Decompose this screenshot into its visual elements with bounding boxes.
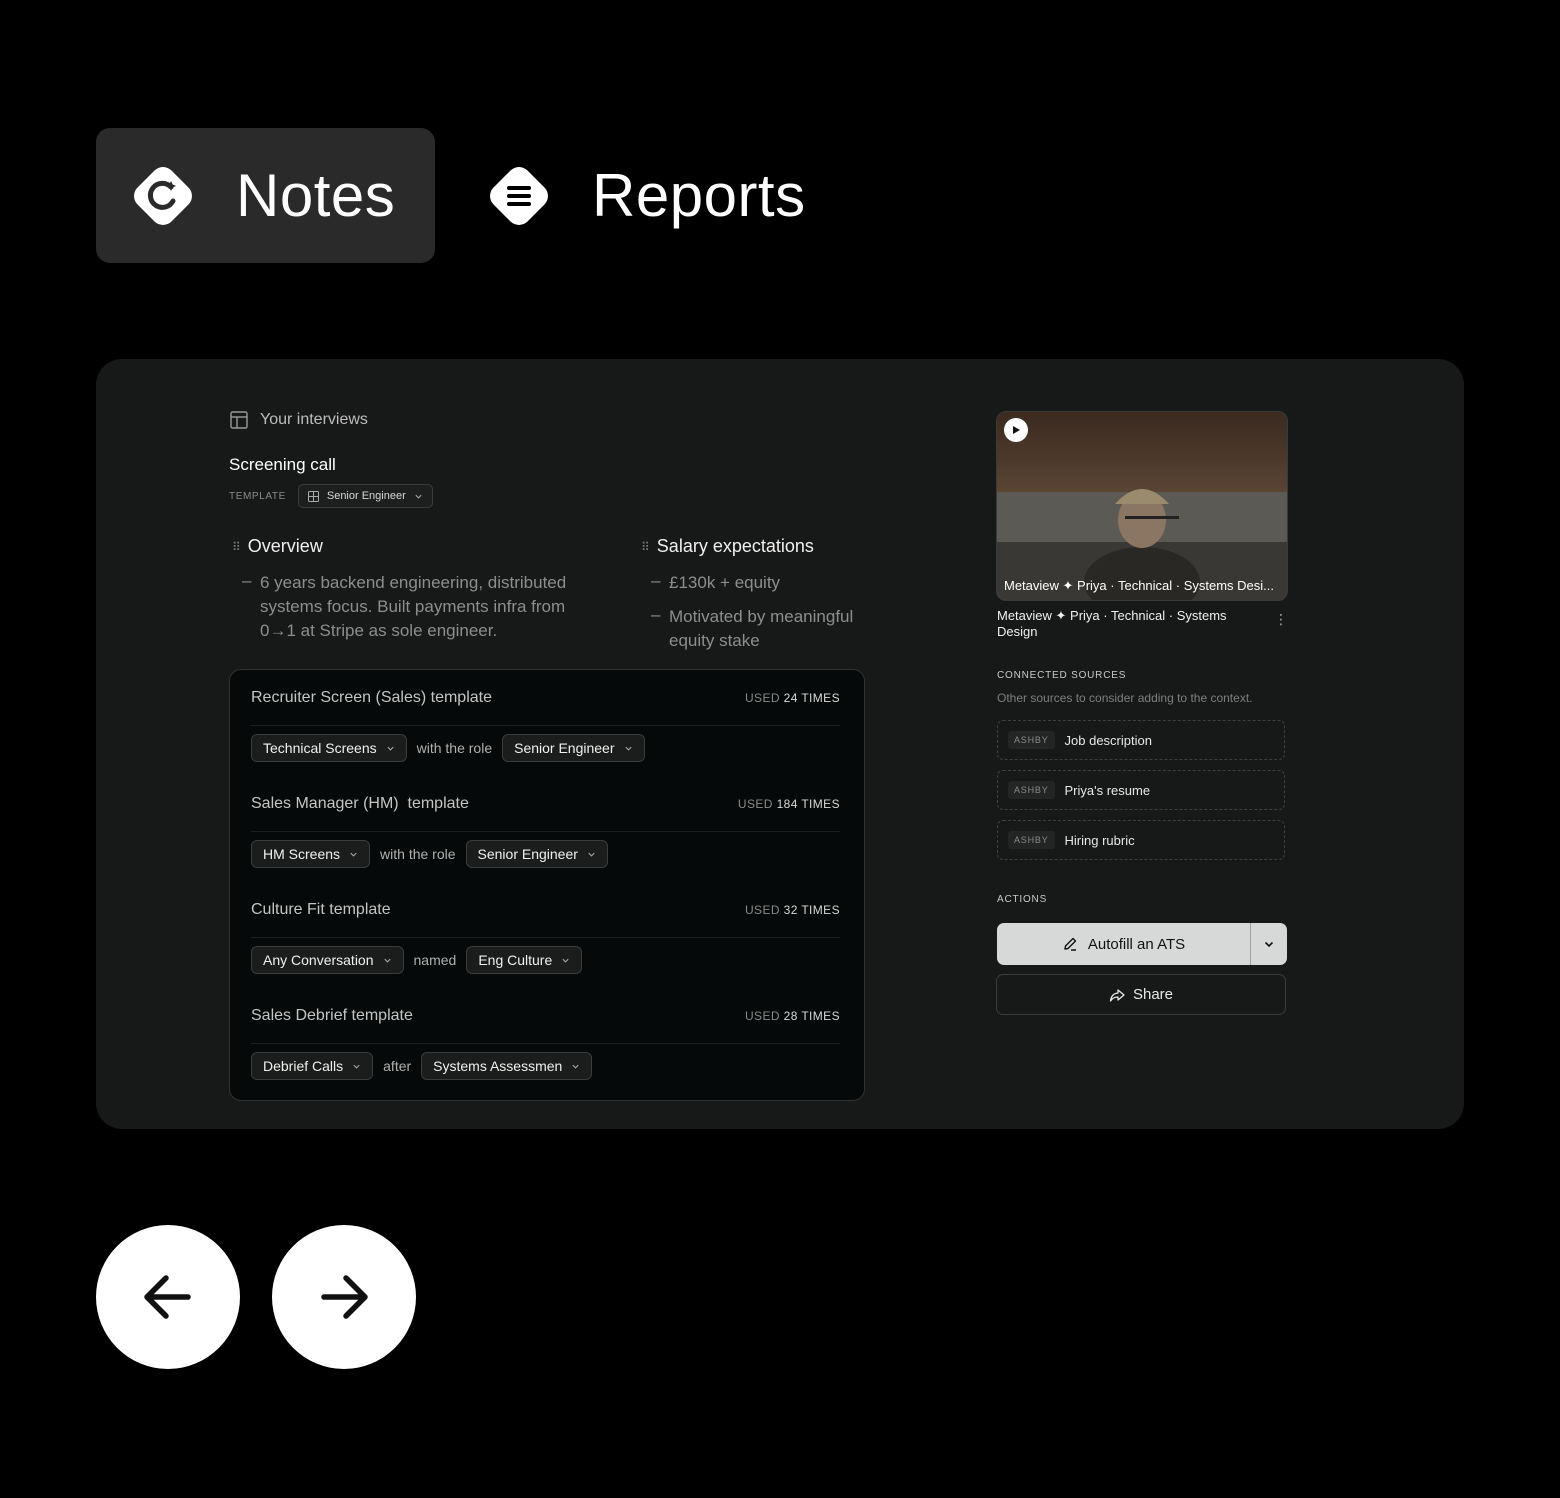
- rule-connector: with the role: [416, 740, 493, 756]
- chevron-down-icon: [588, 852, 595, 857]
- chevron-down-icon: [353, 1064, 360, 1069]
- template-row: TEMPLATE Senior Engineer: [229, 484, 433, 508]
- template-item[interactable]: Recruiter Screen (Sales) template USED 2…: [230, 670, 864, 776]
- note-section-salary: ⠿ Salary expectations £130k + equity Mot…: [641, 536, 901, 663]
- arrow-right-icon: [321, 1275, 368, 1319]
- source-label: Hiring rubric: [1064, 832, 1135, 848]
- tab-reports[interactable]: Reports: [452, 128, 832, 263]
- source-badge: ASHBY: [1008, 781, 1055, 799]
- recording-title: Metaview ✦ Priya · Technical · Systems D…: [997, 608, 1227, 639]
- share-button[interactable]: Share: [996, 974, 1286, 1015]
- source-badge: ASHBY: [1008, 731, 1055, 749]
- video-player[interactable]: Metaview ✦ Priya · Technical · Systems D…: [996, 411, 1288, 601]
- template-icon: [307, 490, 319, 502]
- note-heading: Overview: [247, 536, 323, 556]
- rule-connector: named: [413, 952, 457, 968]
- autofill-label: Autofill an ATS: [1087, 935, 1186, 953]
- video-thumbnail: [997, 412, 1287, 600]
- usage-count: USED 24 TIMES: [744, 690, 840, 705]
- interview-panel: Your interviews Screening call TEMPLATE …: [96, 359, 1464, 1129]
- stage-select[interactable]: Systems Assessmen: [421, 1052, 593, 1080]
- source-item[interactable]: ASHBY Hiring rubric: [997, 820, 1285, 860]
- template-item[interactable]: Culture Fit template USED 32 TIMES Any C…: [230, 882, 864, 988]
- role-select[interactable]: Senior Engineer: [465, 840, 608, 868]
- usage-count: USED 184 TIMES: [737, 796, 840, 811]
- video-caption: Metaview ✦ Priya · Technical · Systems D…: [1004, 578, 1275, 593]
- chevron-down-icon: [624, 746, 632, 751]
- chevron-down-icon: [350, 852, 357, 857]
- breadcrumb[interactable]: Your interviews: [230, 411, 368, 429]
- note-heading: Salary expectations: [656, 536, 814, 556]
- meeting-type-select[interactable]: HM Screens: [251, 840, 371, 868]
- autofill-dropdown[interactable]: [1251, 923, 1287, 965]
- share-icon: [1109, 988, 1125, 1002]
- pencil-icon: [1064, 937, 1077, 951]
- next-button[interactable]: [272, 1225, 416, 1369]
- template-name: Sales Manager (HM) template: [251, 794, 469, 812]
- template-item[interactable]: Sales Manager (HM) template USED 184 TIM…: [230, 776, 864, 882]
- autofill-split-button: Autofill an ATS: [997, 923, 1287, 965]
- template-name: Culture Fit template: [251, 900, 391, 918]
- notes-sparkle-icon: [126, 159, 200, 233]
- note-section-overview: ⠿ Overview 6 years backend engineering, …: [232, 536, 602, 653]
- note-item: £130k + equity: [641, 569, 901, 595]
- template-name: Recruiter Screen (Sales) template: [251, 688, 492, 706]
- chevron-down-icon: [562, 958, 569, 963]
- connected-sources-label: CONNECTED SOURCES: [997, 670, 1127, 681]
- list-icon: [482, 159, 556, 233]
- note-item: 6 years backend engineering, distributed…: [232, 569, 602, 643]
- tab-notes-label: Notes: [236, 162, 396, 229]
- chevron-down-icon: [387, 746, 394, 751]
- template-list: Recruiter Screen (Sales) template USED 2…: [229, 669, 865, 1101]
- drag-handle-icon[interactable]: ⠿: [641, 540, 650, 554]
- role-select[interactable]: Senior Engineer: [502, 734, 645, 762]
- previous-button[interactable]: [96, 1225, 240, 1369]
- actions-label: ACTIONS: [997, 894, 1048, 905]
- tab-reports-label: Reports: [592, 162, 806, 229]
- rule-connector: after: [383, 1058, 412, 1074]
- share-label: Share: [1132, 986, 1174, 1003]
- usage-count: USED 28 TIMES: [744, 1008, 840, 1023]
- template-select[interactable]: Senior Engineer: [297, 484, 433, 508]
- meeting-type-select[interactable]: Debrief Calls: [251, 1052, 374, 1080]
- drag-handle-icon[interactable]: ⠿: [232, 540, 241, 554]
- rule-connector: with the role: [380, 846, 456, 862]
- autofill-button[interactable]: Autofill an ATS: [997, 923, 1251, 965]
- meeting-type-select[interactable]: Any Conversation: [251, 946, 404, 974]
- template-label: TEMPLATE: [229, 490, 286, 502]
- chevron-down-icon: [383, 958, 391, 963]
- meeting-type-select[interactable]: Technical Screens: [251, 734, 407, 762]
- breadcrumb-label: Your interviews: [260, 411, 368, 428]
- play-icon[interactable]: [1004, 418, 1028, 442]
- template-item[interactable]: Sales Debrief template USED 28 TIMES Deb…: [230, 988, 864, 1094]
- chevron-down-icon: [572, 1064, 579, 1069]
- page-title: Screening call: [229, 455, 336, 474]
- template-name: Sales Debrief template: [251, 1006, 413, 1024]
- template-value: Senior Engineer: [326, 490, 406, 502]
- layout-icon: [230, 411, 248, 429]
- arrow-left-icon: [144, 1275, 191, 1319]
- source-item[interactable]: ASHBY Priya's resume: [997, 770, 1285, 810]
- more-options-icon[interactable]: ⋮: [1274, 611, 1288, 628]
- chevron-down-icon: [1264, 941, 1274, 948]
- connected-sources-subtitle: Other sources to consider adding to the …: [997, 691, 1253, 705]
- source-label: Job description: [1064, 732, 1152, 748]
- source-label: Priya's resume: [1064, 782, 1151, 798]
- name-select[interactable]: Eng Culture: [466, 946, 583, 974]
- note-item: Motivated by meaningful equity stake: [641, 603, 901, 653]
- source-badge: ASHBY: [1008, 831, 1055, 849]
- source-item[interactable]: ASHBY Job description: [997, 720, 1285, 760]
- usage-count: USED 32 TIMES: [744, 902, 840, 917]
- chevron-down-icon: [415, 494, 422, 499]
- tab-notes[interactable]: Notes: [96, 128, 435, 263]
